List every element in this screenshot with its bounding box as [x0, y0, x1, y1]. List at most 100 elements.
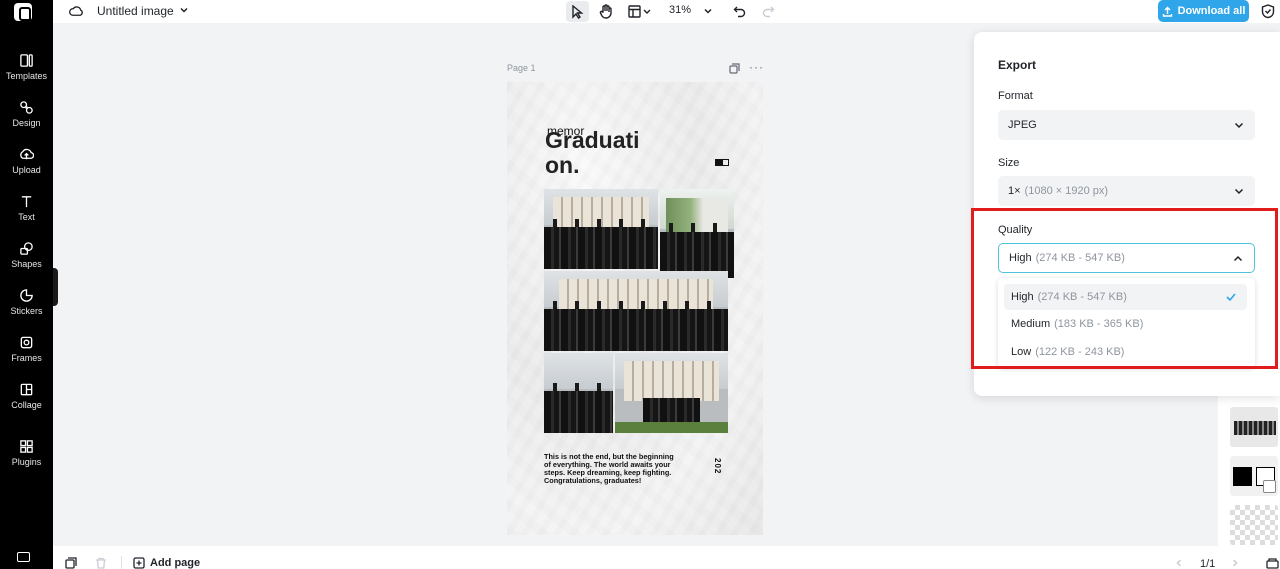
rail-label: Shapes [11, 259, 42, 269]
rail-label: Collage [11, 400, 42, 410]
layers-icon[interactable] [1266, 557, 1279, 569]
layout-menu-button[interactable] [624, 1, 656, 22]
collage-photo-3[interactable] [544, 271, 728, 351]
size-detail: (1080 × 1920 px) [1024, 185, 1109, 197]
rail-item-collage[interactable]: Collage [0, 382, 53, 422]
quality-value: High [1009, 252, 1032, 264]
chevron-right-icon[interactable] [1230, 558, 1240, 568]
page-counter: 1/1 [1200, 558, 1216, 569]
quality-select[interactable]: High (274 KB - 547 KB) [998, 243, 1255, 273]
chevron-down-icon[interactable] [179, 5, 189, 15]
export-title: Export [998, 58, 1037, 72]
download-all-label: Download all [1177, 5, 1246, 17]
size-select[interactable]: 1× (1080 × 1920 px) [998, 176, 1255, 206]
duplicate-page-icon[interactable] [729, 63, 740, 74]
design-title[interactable]: Graduati on. [545, 128, 665, 178]
format-label: Format [998, 90, 1033, 102]
plugins-icon [20, 440, 33, 453]
chevron-down-icon [1234, 122, 1244, 129]
bottom-bar [53, 546, 1280, 569]
divider [121, 556, 122, 569]
select-tool-button[interactable] [566, 1, 589, 22]
option-label: Low [1011, 346, 1032, 358]
rail-item-templates[interactable]: Templates [0, 53, 53, 93]
hand-tool-button[interactable] [595, 1, 617, 22]
chevron-down-icon[interactable] [703, 6, 713, 16]
option-label: Medium [1011, 318, 1051, 330]
quality-option-medium[interactable]: Medium (183 KB - 365 KB) [1004, 311, 1247, 337]
collage-photo-2[interactable] [660, 189, 734, 278]
format-select[interactable]: JPEG [998, 110, 1255, 140]
stickers-icon [20, 289, 33, 302]
quality-dropdown: High (274 KB - 547 KB) Medium (183 KB - … [998, 278, 1255, 368]
panel-collapse-handle[interactable] [53, 268, 58, 306]
asset-thumbnail-photo[interactable] [1230, 407, 1278, 447]
quality-option-low[interactable]: Low (122 KB - 243 KB) [1004, 339, 1247, 365]
shapes-icon [20, 242, 33, 255]
hand-icon [599, 4, 612, 19]
rail-item-plugins[interactable]: Plugins [0, 439, 53, 479]
text-icon [21, 196, 32, 208]
rail-label: Upload [12, 165, 41, 175]
templates-icon [20, 54, 33, 67]
rail-item-upload[interactable]: Upload [0, 147, 53, 187]
shield-icon[interactable] [1261, 4, 1275, 19]
quality-detail: (274 KB - 547 KB) [1035, 252, 1125, 264]
left-rail: Templates Design Upload Text Shapes Stic… [0, 0, 53, 569]
replace-icon [1263, 480, 1276, 493]
quality-option-high[interactable]: High (274 KB - 547 KB) [1004, 284, 1247, 310]
design-year[interactable]: 202 [713, 458, 722, 474]
asset-thumbnail-squares[interactable] [1230, 456, 1278, 496]
app-logo[interactable] [14, 3, 32, 21]
option-label: High [1011, 291, 1034, 303]
rail-label: Text [18, 212, 35, 222]
rail-item-frames[interactable]: Frames [0, 335, 53, 375]
add-page-button[interactable]: Add page [133, 557, 200, 569]
trash-icon[interactable] [95, 557, 107, 569]
collage-photo-4[interactable] [544, 353, 613, 433]
document-title[interactable]: Untitled image [97, 4, 174, 18]
option-detail: (274 KB - 547 KB) [1037, 291, 1127, 303]
option-detail: (122 KB - 243 KB) [1035, 346, 1125, 358]
page-more-menu[interactable]: ··· [749, 60, 764, 74]
add-page-label: Add page [150, 557, 201, 569]
rail-label: Plugins [11, 457, 42, 467]
rail-item-text[interactable]: Text [0, 194, 53, 234]
undo-icon [733, 6, 745, 18]
option-detail: (183 KB - 365 KB) [1054, 318, 1144, 330]
design-page[interactable]: memor Graduati on. This is not the end, … [507, 82, 763, 535]
design-body-text[interactable]: This is not the end, but the beginning o… [544, 453, 674, 485]
size-value: 1× [1008, 185, 1021, 197]
rail-label: Frames [11, 353, 42, 363]
redo-button[interactable] [759, 1, 777, 22]
rail-item-design[interactable]: Design [0, 100, 53, 140]
top-bar [53, 0, 1280, 23]
asset-thumbnail-transparent[interactable] [1230, 505, 1278, 545]
design-squares-decoration[interactable] [715, 153, 729, 166]
chevron-left-icon[interactable] [1174, 558, 1184, 568]
keyboard-icon[interactable] [17, 552, 30, 562]
undo-button[interactable] [730, 1, 748, 22]
upload-icon [20, 148, 34, 160]
collage-photo-5[interactable] [615, 353, 728, 433]
redo-icon [762, 6, 774, 18]
duplicate-icon[interactable] [65, 557, 77, 569]
rail-label: Stickers [10, 306, 43, 316]
check-icon [1226, 293, 1236, 302]
download-all-button[interactable]: Download all [1158, 0, 1249, 22]
chevron-up-icon [1233, 255, 1243, 262]
cloud-icon[interactable] [69, 4, 84, 19]
cursor-icon [572, 4, 584, 19]
collage-photo-1[interactable] [544, 189, 658, 269]
upload-arrow-icon [1162, 6, 1172, 17]
add-page-icon [133, 557, 145, 569]
rail-item-stickers[interactable]: Stickers [0, 288, 53, 328]
zoom-level[interactable]: 31% [669, 4, 691, 16]
layout-icon [628, 5, 651, 18]
export-panel: Export Format JPEG Size 1× (1080 × 1920 … [974, 32, 1280, 396]
rail-label: Templates [5, 71, 48, 81]
quality-label: Quality [998, 224, 1033, 236]
format-value: JPEG [1008, 119, 1037, 131]
rail-item-shapes[interactable]: Shapes [0, 241, 53, 281]
design-icon [20, 101, 33, 114]
